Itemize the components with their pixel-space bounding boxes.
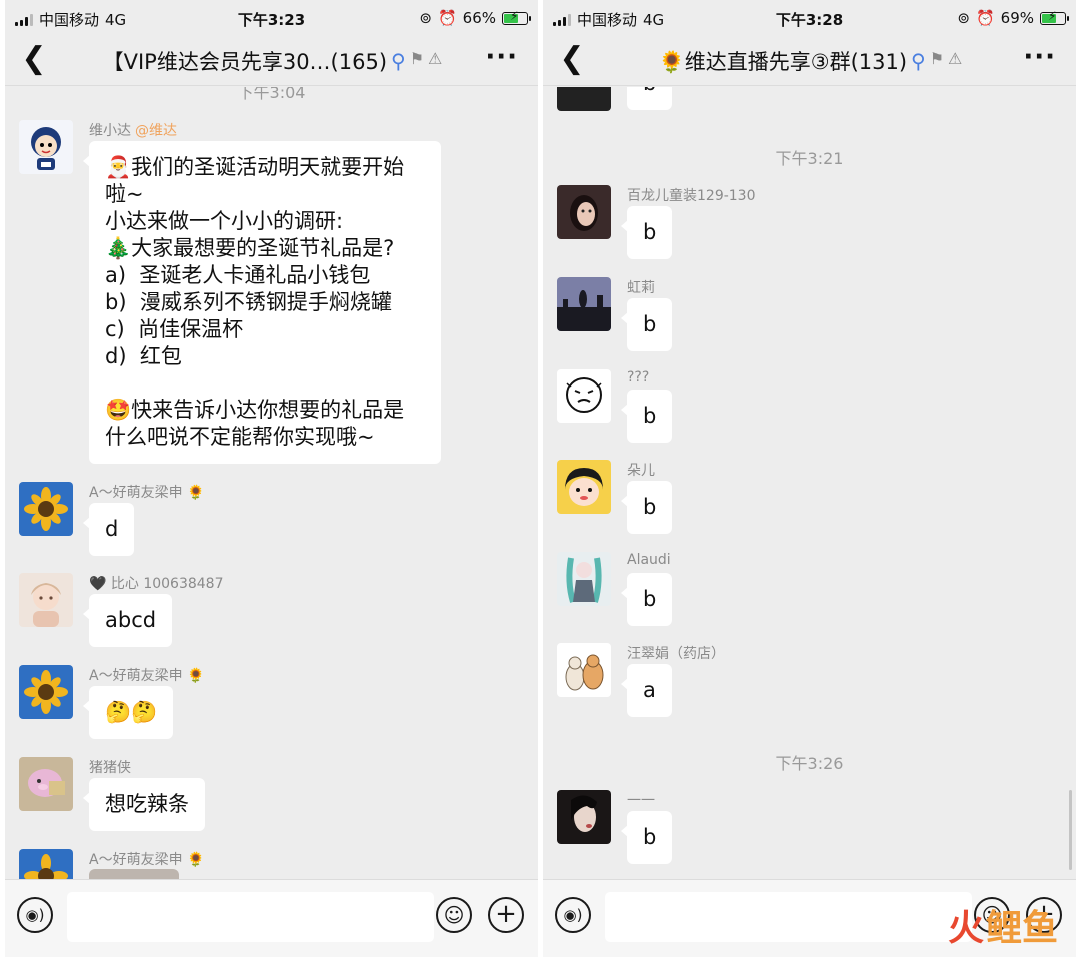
input-bar: ◉) ☺ + <box>5 879 538 957</box>
group-name: 🌻维达直播先享③群(131) <box>658 50 908 74</box>
message-item: b <box>557 87 1066 111</box>
alarm-icon: ⏰ <box>975 9 995 27</box>
message-bubble[interactable]: b <box>620 481 673 534</box>
message-bubble[interactable]: b <box>620 206 673 259</box>
message-bubble[interactable]: 🤔🤔 <box>82 686 174 739</box>
message-item: A～好萌友梁申 🌻 🤔🤔 <box>19 665 528 745</box>
voice-icon[interactable]: ◉) <box>555 897 591 933</box>
battery-percent: 69% <box>1000 9 1034 27</box>
right-chat-screen: 中国移动 4G 下午3:28 ⊚ ⏰ 69% ⚡ ❮ 🌻维达直播先享③群(131… <box>543 0 1076 957</box>
battery-percent: 66% <box>462 9 496 27</box>
message-bubble[interactable]: b <box>620 390 673 443</box>
avatar[interactable] <box>557 552 611 606</box>
message-bubble[interactable]: b <box>620 811 673 864</box>
message-bubble[interactable]: b <box>627 87 673 110</box>
avatar[interactable] <box>557 790 611 844</box>
message-bubble[interactable]: a <box>621 664 672 717</box>
message-item: 虹莉 b <box>557 277 1066 357</box>
message-item: 猪猪侠 想吃辣条 <box>19 757 528 837</box>
sender-name: 百龙儿童装129-130 <box>627 188 756 204</box>
alarm-icon: ⏰ <box>437 9 457 27</box>
sender-name: 朵儿 <box>627 463 655 479</box>
sender-name: A～好萌友梁申 🌻 <box>89 485 205 501</box>
quick-search-icon[interactable]: ⚲ <box>391 49 406 73</box>
message-bubble[interactable]: b <box>620 573 673 626</box>
avatar[interactable] <box>557 87 611 111</box>
sender-name: ??? <box>627 369 650 385</box>
voice-icon[interactable]: ◉) <box>17 897 53 933</box>
back-icon[interactable]: ❮ <box>557 44 587 74</box>
message-bubble[interactable]: d <box>82 503 135 556</box>
status-bar: 中国移动 4G 下午3:28 ⊚ ⏰ 69% ⚡ <box>543 0 1076 36</box>
message-item: 百龙儿童装129-130 b <box>557 185 1066 265</box>
avatar[interactable] <box>19 573 73 627</box>
message-list[interactable]: b 下午3:21 百龙儿童装129-130 b 虹莉 b ??? b <box>543 87 1076 879</box>
timestamp: 下午3:21 <box>775 149 844 168</box>
sender-name: 一一 <box>627 793 655 809</box>
mute-icon: ⚠ <box>948 49 963 68</box>
orientation-lock-icon: ⊚ <box>419 9 432 27</box>
avatar[interactable] <box>557 369 611 423</box>
avatar[interactable] <box>557 185 611 239</box>
message-input[interactable] <box>67 892 434 942</box>
avatar[interactable] <box>19 757 73 811</box>
sender-name: 虹莉 <box>627 280 655 296</box>
message-bubble[interactable]: b <box>620 298 673 351</box>
more-options-icon[interactable]: ··· <box>485 42 518 72</box>
avatar[interactable] <box>19 482 73 536</box>
message-item: 🖤 比心 100638487 abcd <box>19 573 528 653</box>
orientation-lock-icon: ⊚ <box>957 9 970 27</box>
avatar[interactable] <box>557 643 611 697</box>
sender-name: A～好萌友梁申 🌻 <box>89 852 205 868</box>
message-item: 汪翠娟（药店） a <box>557 643 1066 723</box>
more-options-icon[interactable]: ··· <box>1023 42 1056 72</box>
avatar[interactable] <box>19 849 73 879</box>
timestamp: 下午3:04 <box>237 87 306 102</box>
back-icon[interactable]: ❮ <box>19 44 49 74</box>
avatar[interactable] <box>19 665 73 719</box>
chat-header: ❮ 【VIP维达会员先享30…(165) ⚲ ⚑ ⚠ ··· <box>5 36 538 86</box>
message-item: 维小达 @维达 🎅我们的圣诞活动明天就要开始啦~ 小达来做一个小小的调研: 🎄大家… <box>19 120 528 470</box>
scrollbar[interactable] <box>1069 790 1072 870</box>
avatar[interactable] <box>557 277 611 331</box>
message-list[interactable]: 下午3:04 维小达 @维达 🎅我们的圣诞活动明天就要开始啦~ 小达来做一个小小的… <box>5 87 538 879</box>
quick-search-icon[interactable]: ⚲ <box>911 49 926 73</box>
timestamp: 下午3:26 <box>775 754 844 773</box>
chat-header: ❮ 🌻维达直播先享③群(131) ⚲ ⚑ ⚠ ··· <box>543 36 1076 86</box>
avatar[interactable] <box>557 460 611 514</box>
chat-title: 🌻维达直播先享③群(131) ⚲ ⚑ ⚠ <box>617 46 1004 76</box>
message-bubble[interactable]: 想吃辣条 <box>83 778 205 831</box>
message-item: ??? b <box>557 369 1066 449</box>
message-item: A～好萌友梁申 🌻 <box>19 849 528 879</box>
emoji-icon[interactable]: ☺ <box>436 897 472 933</box>
watermark-logo: 火鲤鱼 <box>947 908 1058 949</box>
plus-icon[interactable]: + <box>488 897 524 933</box>
ear-icon: ⚑ <box>409 49 425 68</box>
sender-name: 维小达 @维达 <box>89 123 177 139</box>
sender-name: 汪翠娟（药店） <box>627 646 725 662</box>
battery-icon: ⚡ <box>1040 9 1069 25</box>
sender-name: 猪猪侠 <box>89 760 131 776</box>
status-bar: 中国移动 4G 下午3:23 ⊚ ⏰ 66% ⚡ <box>5 0 538 36</box>
left-chat-screen: 中国移动 4G 下午3:23 ⊚ ⏰ 66% ⚡ ❮ 【VIP维达会员先享30…… <box>5 0 538 957</box>
sender-name: A～好萌友梁申 🌻 <box>89 668 205 684</box>
message-input[interactable] <box>605 892 972 942</box>
ear-icon: ⚑ <box>929 49 945 68</box>
message-item: 一一 b <box>557 790 1066 870</box>
message-item: Alaudi b <box>557 552 1066 632</box>
message-item: A～好萌友梁申 🌻 d <box>19 482 528 562</box>
group-name: 【VIP维达会员先享30…(165) <box>102 50 388 74</box>
message-bubble[interactable]: 🎅我们的圣诞活动明天就要开始啦~ 小达来做一个小小的调研: 🎄大家最想要的圣诞节… <box>83 141 441 464</box>
mute-icon: ⚠ <box>428 49 443 68</box>
image-message[interactable] <box>89 869 179 879</box>
battery-icon: ⚡ <box>502 9 531 25</box>
avatar[interactable] <box>19 120 73 174</box>
sender-name: Alaudi <box>627 552 671 568</box>
chat-title: 【VIP维达会员先享30…(165) ⚲ ⚑ ⚠ <box>79 46 466 76</box>
message-bubble[interactable]: abcd <box>82 594 173 647</box>
sender-name: 🖤 比心 100638487 <box>89 576 224 592</box>
message-item: 朵儿 b <box>557 460 1066 540</box>
